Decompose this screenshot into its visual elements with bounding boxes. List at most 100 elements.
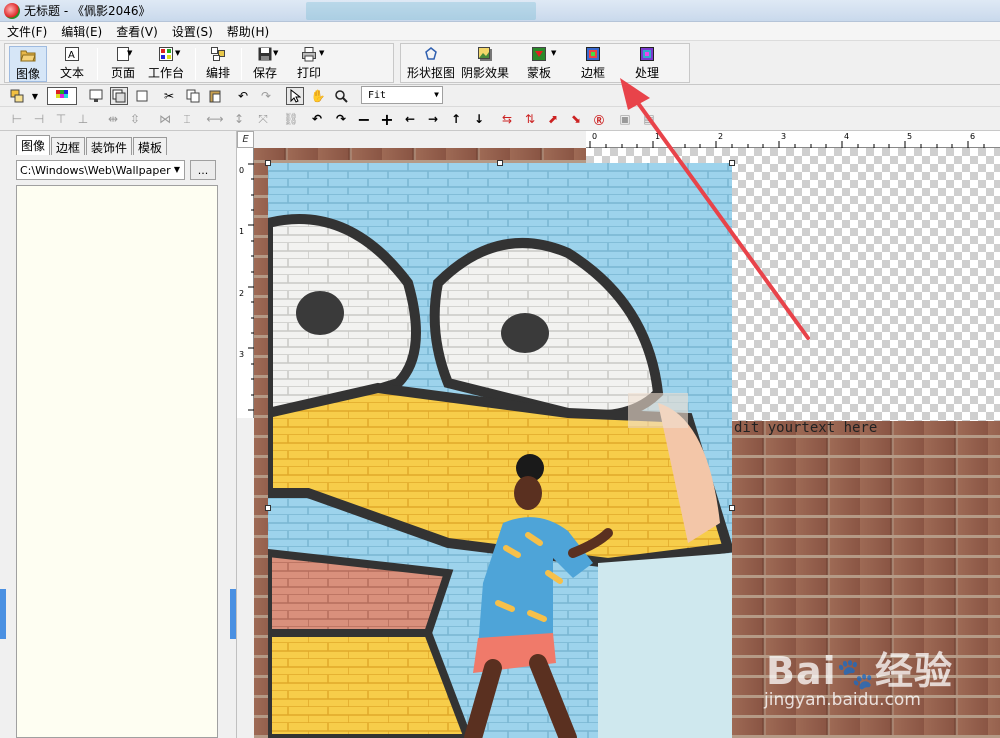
undo-icon[interactable]: ↶ (234, 87, 252, 105)
tab-border[interactable]: 边框 (51, 137, 86, 155)
folder-path-value: C:\Windows\Web\Wallpaper (20, 163, 171, 177)
copy-icon[interactable] (184, 87, 202, 105)
send-backward-icon[interactable]: ⬊ (567, 110, 585, 128)
redo-icon[interactable]: ↷ (257, 87, 275, 105)
flip-vertical-icon[interactable]: ⇅ (521, 110, 539, 128)
chevron-down-icon: ▼ (551, 49, 557, 57)
text-button[interactable]: A 文本 (53, 46, 91, 82)
floppy-disk-icon (257, 46, 273, 62)
select-arrow-icon[interactable] (286, 87, 304, 105)
rotate-right-icon[interactable]: ↷ (332, 110, 350, 128)
arrange-icon (210, 46, 226, 62)
monitor-icon[interactable] (87, 87, 105, 105)
separator (97, 48, 98, 80)
same-width-icon[interactable]: ⟷ (206, 110, 224, 128)
annotation-arrow (620, 78, 810, 340)
distribute-horizontal-icon[interactable]: ⇹ (104, 110, 122, 128)
vertical-ruler: 0 1 2 3 (237, 148, 254, 418)
save-button-label: 保存 (252, 66, 277, 80)
layers-icon[interactable] (110, 87, 128, 105)
image-button-label: 图像 (15, 67, 40, 81)
same-size-icon[interactable]: ⤧ (254, 110, 272, 128)
move-right-icon[interactable]: → (424, 110, 442, 128)
shape-cutout-button[interactable]: 形状抠图 (405, 46, 457, 82)
grid-color-icon[interactable] (47, 87, 77, 105)
toolbar-group-file: 图像 A 文本 ▼ 页面 ▼ 工作台 编排 ▼ 保存 ▼ 打印 (4, 43, 394, 83)
menu-edit[interactable]: 编辑(E) (54, 23, 109, 40)
menu-view[interactable]: 查看(V) (109, 23, 165, 40)
collapse-right-handle[interactable] (230, 589, 236, 639)
menu-file[interactable]: 文件(F) (0, 23, 54, 40)
folder-path-select[interactable]: C:\Windows\Web\Wallpaper ▼ (16, 160, 185, 180)
move-up-icon[interactable]: ↑ (447, 110, 465, 128)
chevron-down-icon[interactable]: ▼ (26, 87, 44, 105)
shadow-effect-label: 阴影效果 (460, 66, 509, 80)
distribute-vertical-icon[interactable]: ⇳ (126, 110, 144, 128)
folder-open-icon (20, 47, 36, 63)
mask-button[interactable]: ▼ 蒙板 (519, 46, 559, 82)
align-bottom-icon[interactable]: ⊥ (74, 110, 92, 128)
frame-small-icon[interactable] (133, 87, 151, 105)
arrange-button[interactable]: 编排 (201, 46, 235, 82)
separator (195, 48, 196, 80)
brick-background (254, 163, 268, 738)
shadow-effect-button[interactable]: 阴影效果 (459, 46, 511, 82)
shrink-icon[interactable]: − (355, 110, 373, 129)
enlarge-icon[interactable]: + (378, 110, 396, 129)
cut-icon[interactable]: ✂ (160, 87, 178, 105)
ruler-label: 6 (970, 132, 976, 141)
resize-handle[interactable] (729, 505, 735, 511)
image-button[interactable]: 图像 (9, 46, 47, 82)
align-left-icon[interactable]: ⊢ (8, 110, 26, 128)
flip-horizontal-icon[interactable]: ⇆ (498, 110, 516, 128)
panel-tabs: 图像 边框 装饰件 模板 (16, 135, 168, 155)
ruler-unit-button[interactable]: E (237, 131, 254, 148)
save-button[interactable]: ▼ 保存 (247, 46, 283, 82)
ruler-label: 5 (907, 132, 913, 141)
link-icon[interactable]: ⛓ (282, 110, 300, 128)
baidu-watermark: Bai🐾经验 jingyan.baidu.com (760, 630, 980, 730)
ruler-label: 2 (239, 289, 245, 298)
move-left-icon[interactable]: ← (401, 110, 419, 128)
tab-decorations[interactable]: 装饰件 (86, 137, 133, 155)
tab-image[interactable]: 图像 (16, 135, 51, 155)
tab-templates[interactable]: 模板 (133, 137, 168, 155)
page-button[interactable]: ▼ 页面 (103, 46, 143, 82)
align-right-icon[interactable]: ⊣ (30, 110, 48, 128)
insert-object-icon[interactable] (8, 87, 26, 105)
workbench-button[interactable]: ▼ 工作台 (145, 46, 187, 82)
resize-handle[interactable] (265, 505, 271, 511)
thumbnail-list[interactable] (16, 185, 218, 738)
ruler-label: 1 (239, 227, 245, 236)
align-top-icon[interactable]: ⊤ (52, 110, 70, 128)
placeholder-text[interactable]: dit yourtext here (734, 420, 877, 436)
zoom-select[interactable]: Fit ▼ (361, 86, 443, 104)
resize-handle[interactable] (265, 160, 271, 166)
ruler-label: 0 (239, 166, 245, 175)
svg-text:A: A (68, 50, 75, 61)
chevron-down-icon: ▼ (434, 90, 439, 99)
chevron-down-icon: ▼ (319, 49, 325, 57)
main-toolbar: 图像 A 文本 ▼ 页面 ▼ 工作台 编排 ▼ 保存 ▼ 打印 形状抠图 阴影效… (0, 41, 1000, 85)
center-vertical-icon[interactable]: ⌶ (178, 110, 196, 128)
same-height-icon[interactable]: ↕ (230, 110, 248, 128)
ruler-label: 3 (239, 350, 245, 359)
menu-settings[interactable]: 设置(S) (165, 23, 220, 40)
paste-icon[interactable] (206, 87, 224, 105)
browse-button[interactable]: ... (190, 160, 216, 180)
process-icon (639, 46, 655, 62)
app-logo-icon (4, 2, 20, 19)
rotate-left-icon[interactable]: ↶ (308, 110, 326, 128)
hand-pan-icon[interactable]: ✋ (309, 87, 327, 105)
menu-help[interactable]: 帮助(H) (220, 23, 276, 40)
watermark-url: jingyan.baidu.com (764, 690, 921, 710)
move-down-icon[interactable]: ↓ (470, 110, 488, 128)
zoom-magnifier-icon[interactable] (332, 87, 350, 105)
zoom-value: Fit (368, 89, 387, 101)
print-button[interactable]: ▼ 打印 (289, 46, 329, 82)
center-horizontal-icon[interactable]: ⋈ (156, 110, 174, 128)
collapse-left-handle[interactable] (0, 589, 6, 639)
chevron-down-icon: ▼ (173, 165, 180, 174)
resize-handle[interactable] (497, 160, 503, 166)
bring-forward-icon[interactable]: ⬈ (544, 110, 562, 128)
